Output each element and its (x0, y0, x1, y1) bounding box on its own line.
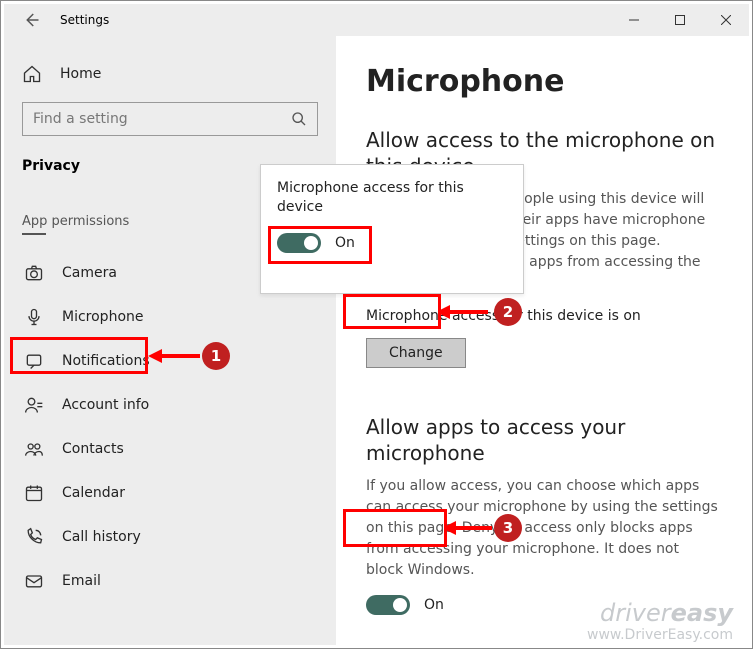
close-button[interactable] (703, 4, 749, 36)
section2-desc: If you allow access, you can choose whic… (366, 476, 719, 581)
sidebar-item-account-info[interactable]: Account info (22, 383, 318, 427)
notifications-icon (24, 351, 44, 371)
home-icon (22, 64, 42, 84)
sidebar-item-label: Camera (62, 265, 117, 281)
search-box[interactable] (22, 102, 318, 136)
camera-icon (24, 263, 44, 283)
account-icon (24, 395, 44, 415)
microphone-icon (24, 307, 44, 327)
section-underline (22, 233, 46, 235)
toggle-thumb (304, 236, 318, 250)
sidebar: Home Privacy App permissions Camera Micr… (4, 36, 336, 645)
calendar-icon (24, 483, 44, 503)
section2-heading: Allow apps to access your microphone (366, 414, 719, 466)
email-icon (24, 571, 44, 591)
change-button[interactable]: Change (366, 338, 466, 368)
mic-access-status: Microphone access for this device is on (366, 308, 719, 324)
toggle-thumb (393, 598, 407, 612)
nav-list: Camera Microphone Notifications Account … (22, 251, 318, 603)
call-history-icon (24, 527, 44, 547)
sidebar-item-label: Account info (62, 397, 149, 413)
device-access-toggle[interactable]: On (277, 233, 507, 253)
sidebar-item-microphone[interactable]: Microphone (22, 295, 318, 339)
mic-access-popup: Microphone access for this device On (260, 164, 524, 294)
minimize-button[interactable] (611, 4, 657, 36)
sidebar-item-call-history[interactable]: Call history (22, 515, 318, 559)
search-input[interactable] (33, 111, 291, 127)
main-content: Microphone Allow access to the microphon… (336, 36, 749, 645)
toggle-track (366, 595, 410, 615)
contacts-icon (24, 439, 44, 459)
sidebar-item-label: Calendar (62, 485, 125, 501)
apps-access-toggle[interactable]: On (366, 595, 719, 615)
home-label: Home (60, 66, 101, 82)
sidebar-item-label: Microphone (62, 309, 144, 325)
sidebar-item-email[interactable]: Email (22, 559, 318, 603)
window-title: Settings (60, 13, 109, 27)
sidebar-item-label: Notifications (62, 353, 150, 369)
maximize-button[interactable] (657, 4, 703, 36)
sidebar-item-label: Contacts (62, 441, 124, 457)
toggle-label: On (424, 597, 444, 613)
sidebar-item-notifications[interactable]: Notifications (22, 339, 318, 383)
page-title: Microphone (366, 64, 719, 99)
back-icon[interactable] (22, 11, 40, 29)
search-icon (291, 111, 307, 127)
toggle-label: On (335, 235, 355, 251)
sidebar-item-label: Email (62, 573, 101, 589)
settings-window: Settings Home Privacy App permissions (4, 4, 749, 645)
popup-title: Microphone access for this device (277, 179, 507, 217)
titlebar: Settings (4, 4, 749, 36)
window-controls (611, 4, 749, 36)
sidebar-item-calendar[interactable]: Calendar (22, 471, 318, 515)
toggle-track (277, 233, 321, 253)
sidebar-item-label: Call history (62, 529, 141, 545)
sidebar-item-contacts[interactable]: Contacts (22, 427, 318, 471)
sidebar-home[interactable]: Home (22, 64, 318, 84)
